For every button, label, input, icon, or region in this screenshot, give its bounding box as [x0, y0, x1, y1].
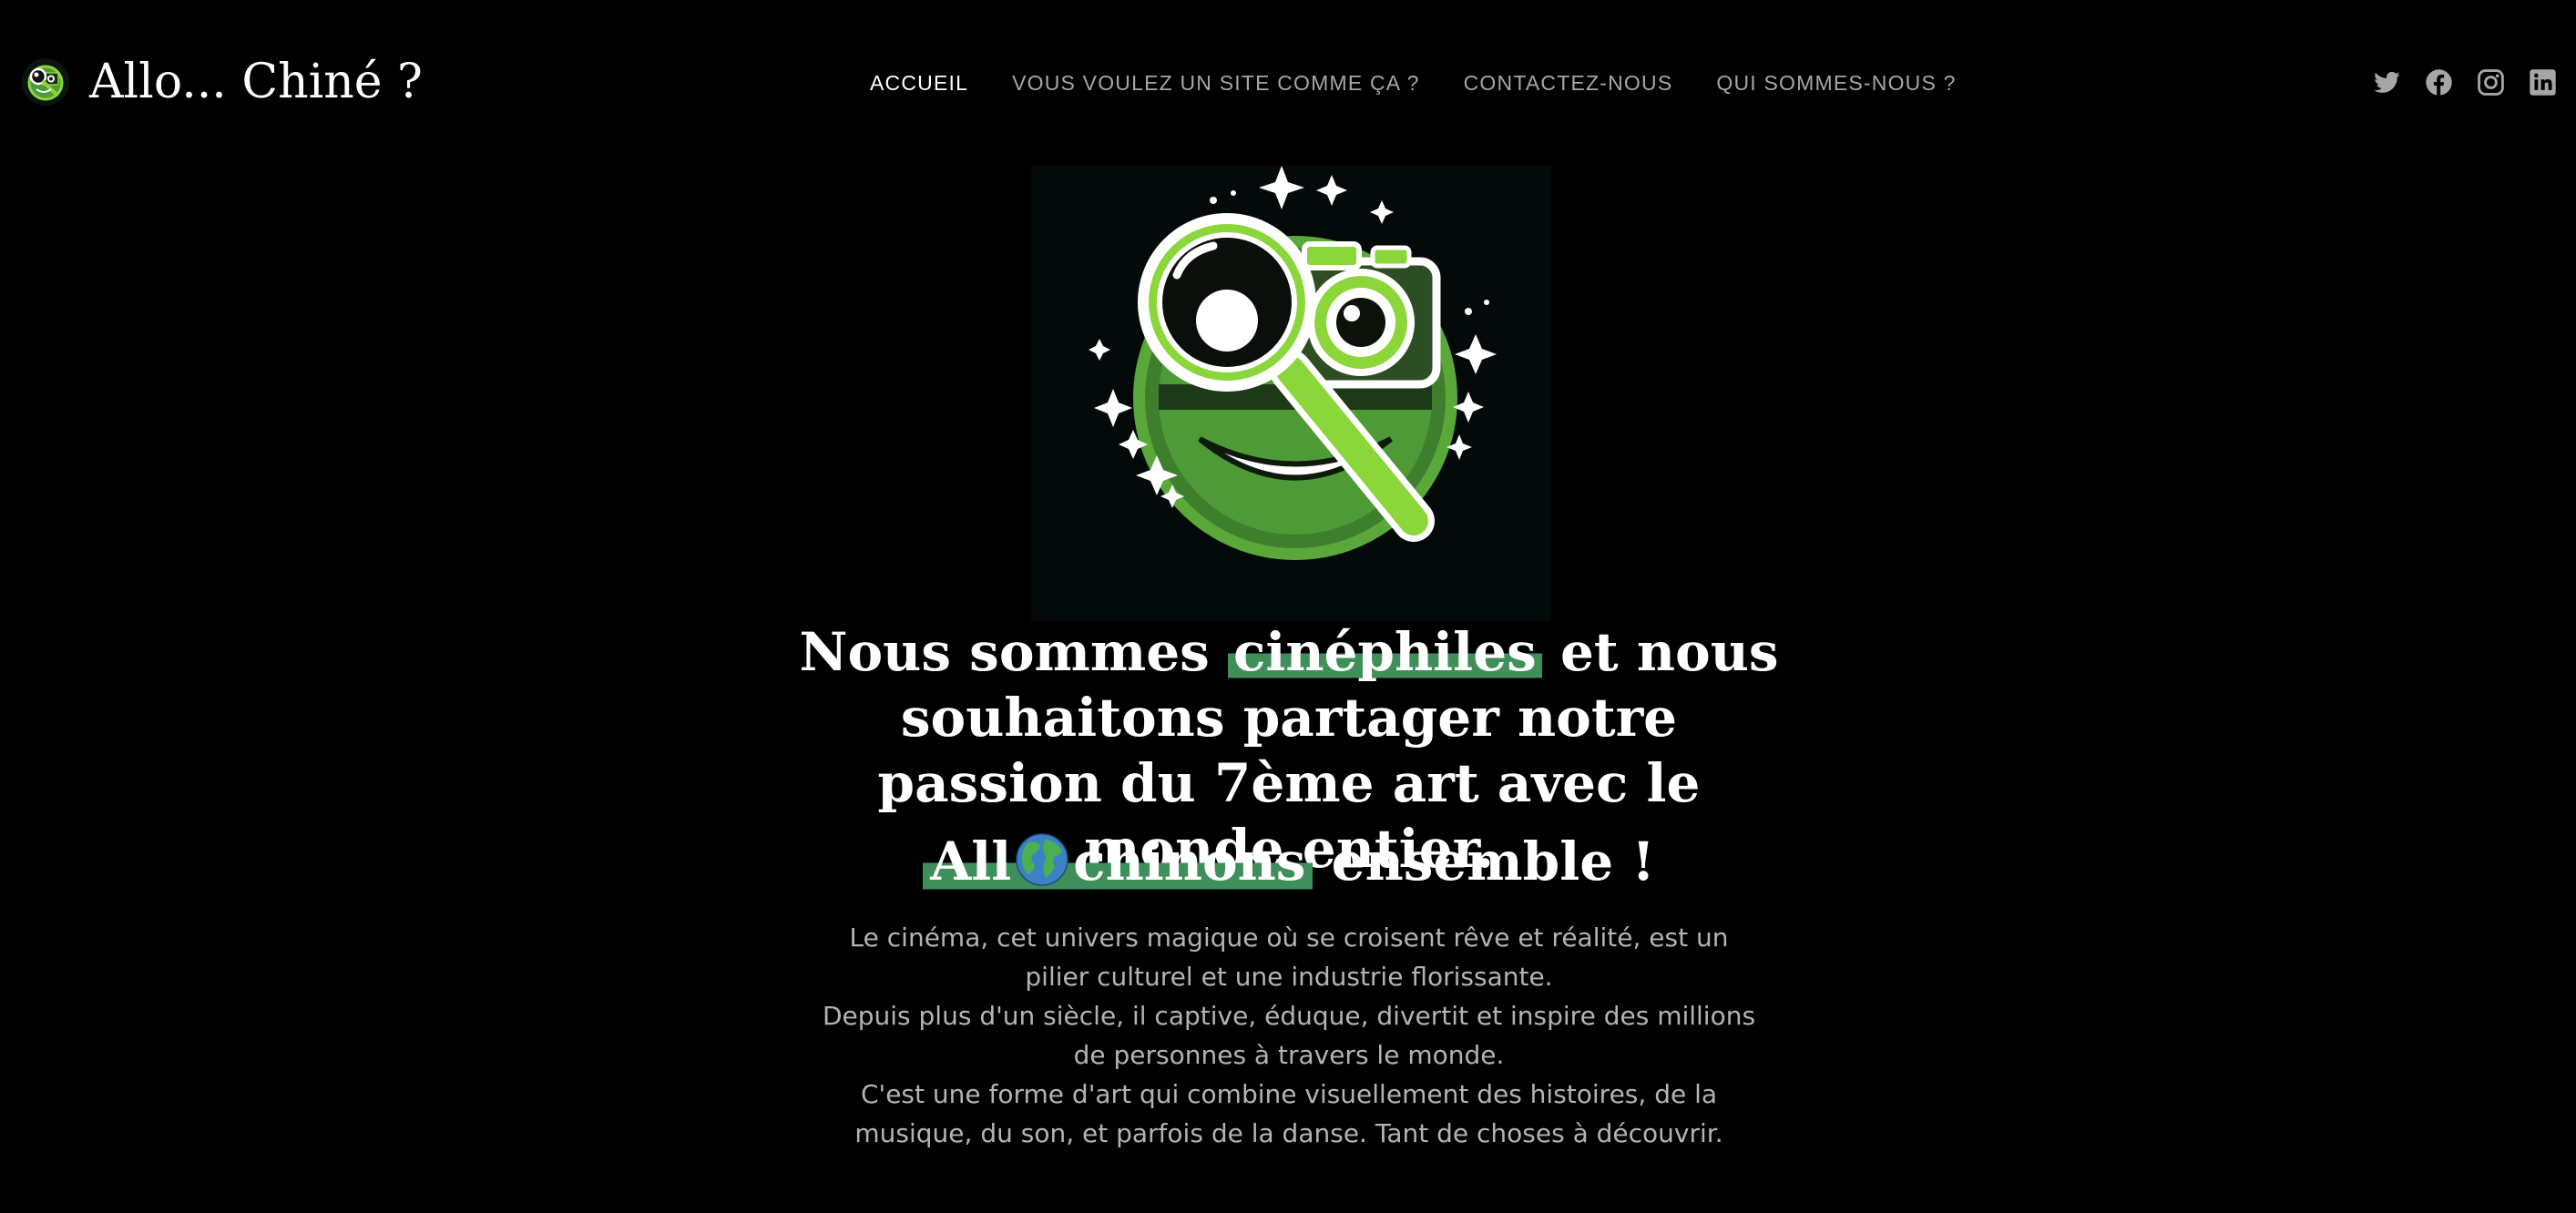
description-paragraph-2: Depuis plus d'un siècle, il captive, édu…	[822, 1001, 1756, 1070]
globe-icon	[1016, 833, 1069, 886]
twitter-icon[interactable]	[2373, 68, 2401, 97]
nav-item-accueil[interactable]: ACCUEIL	[870, 69, 968, 97]
tagline-all: All	[930, 831, 1012, 892]
description-paragraph-3: C'est une forme d'art qui combine visuel…	[854, 1079, 1723, 1148]
description-paragraph-1: Le cinéma, cet univers magique où se cro…	[849, 922, 1729, 992]
nav-item-qui-sommes-nous[interactable]: QUI SOMMES-NOUS ?	[1716, 69, 1956, 97]
brand-name: Allo... Chiné ?	[89, 55, 423, 109]
hero-tagline: All chinons ensemble !	[783, 827, 1794, 896]
hero-description: Le cinéma, cet univers magique où se cro…	[820, 918, 1758, 1153]
nav-item-site-comme-ca[interactable]: VOUS VOULEZ UN SITE COMME ÇA ?	[1012, 69, 1420, 97]
tagline-highlight: All chinons	[923, 831, 1314, 892]
headline-text-start: Nous sommes	[799, 621, 1228, 683]
social-links	[2373, 68, 2557, 97]
magnifier-camera-smiley-illustration	[1031, 166, 1551, 621]
magnifier-camera-logo-icon	[22, 58, 69, 106]
tagline-chinons: chinons	[1073, 831, 1306, 892]
instagram-icon[interactable]	[2477, 68, 2505, 97]
hero-illustration	[1031, 166, 1551, 621]
headline-highlight: cinéphiles	[1228, 621, 1542, 683]
site-header: Allo... Chiné ? ACCUEIL VOUS VOULEZ UN S…	[0, 0, 2576, 164]
linkedin-icon[interactable]	[2529, 68, 2557, 97]
tagline-rest: ensemble !	[1313, 831, 1655, 892]
nav-item-contact[interactable]: CONTACTEZ-NOUS	[1464, 69, 1673, 97]
main-nav: ACCUEIL VOUS VOULEZ UN SITE COMME ÇA ? C…	[870, 69, 1957, 97]
facebook-icon[interactable]	[2425, 68, 2453, 97]
brand-home-link[interactable]: Allo... Chiné ?	[20, 53, 423, 111]
